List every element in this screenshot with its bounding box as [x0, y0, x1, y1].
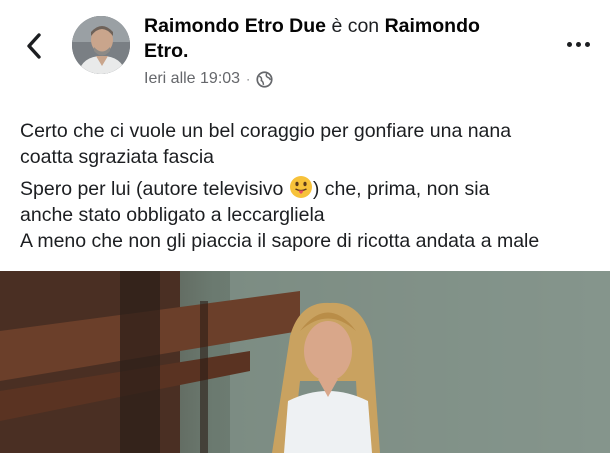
tagged-name[interactable]: Raimondo [385, 15, 480, 37]
tagged-name-line2[interactable]: Etro. [144, 40, 188, 62]
tongue-out-emoji [289, 176, 312, 198]
post-photo[interactable] [0, 271, 610, 453]
more-horizontal-icon [566, 41, 572, 47]
separator-dot: · [246, 72, 251, 86]
globe-icon [256, 70, 273, 88]
post-header: Raimondo Etro Due è con Raimondo Etro. I… [0, 0, 610, 100]
author-line: Raimondo Etro Due è con Raimondo Etro. [144, 14, 534, 64]
with-word: è con [331, 15, 380, 37]
back-button[interactable] [20, 28, 48, 64]
author-name[interactable]: Raimondo Etro Due [144, 15, 326, 37]
more-options-button[interactable] [562, 34, 594, 54]
post-time-line: Ieri alle 19:03 · [144, 70, 534, 88]
post-paragraph-2: Spero per lui (autore televisivo ) che, … [20, 175, 605, 254]
post-meta: Raimondo Etro Due è con Raimondo Etro. I… [144, 14, 534, 88]
chevron-left-icon [27, 33, 41, 59]
post-paragraph-1: Certo che ci vuole un bel coraggio per g… [20, 120, 512, 168]
post-text: Certo che ci vuole un bel coraggio per g… [20, 118, 605, 254]
avatar[interactable] [72, 16, 130, 74]
post-timestamp[interactable]: Ieri alle 19:03 [144, 70, 240, 88]
